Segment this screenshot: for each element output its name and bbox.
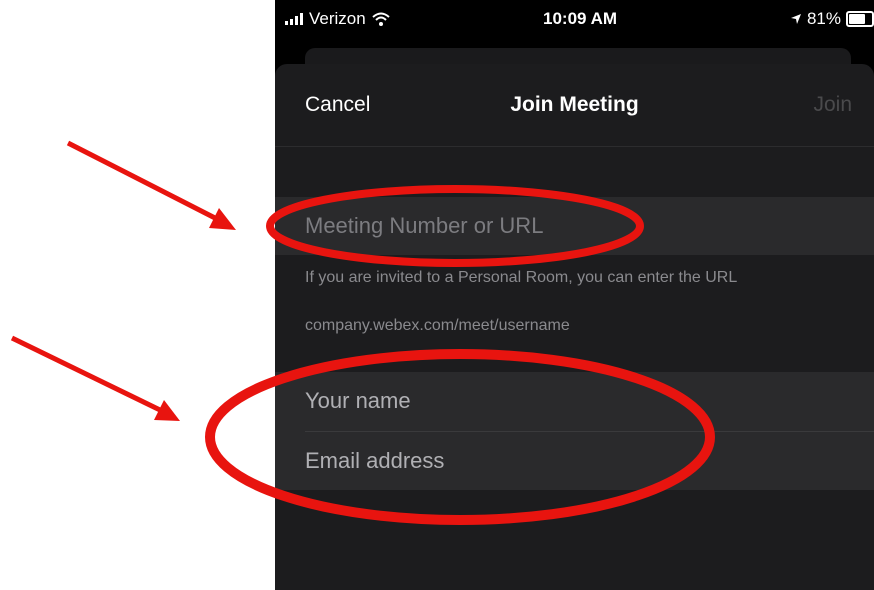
- hint-text-line2: company.webex.com/meet/username: [305, 317, 570, 334]
- carrier-group: Verizon: [285, 9, 390, 29]
- email-address-input[interactable]: [305, 432, 845, 490]
- meeting-number-row: [275, 197, 874, 255]
- hint-text-line1: If you are invited to a Personal Room, y…: [305, 269, 738, 286]
- identity-group: [275, 372, 874, 490]
- status-right: 81%: [790, 9, 874, 29]
- battery-percent: 81%: [806, 9, 841, 28]
- location-arrow-icon: [790, 14, 801, 24]
- email-row: [305, 432, 874, 490]
- join-meeting-sheet: Cancel Join Meeting Join If you are invi…: [275, 64, 874, 590]
- name-row: [305, 372, 874, 430]
- battery-icon: [846, 11, 874, 27]
- your-name-input[interactable]: [305, 372, 845, 430]
- annotation-arrow-icon: [10, 335, 162, 413]
- annotation-arrowhead-icon: [154, 400, 180, 421]
- page-title: Join Meeting: [510, 93, 639, 116]
- wifi-icon: [372, 12, 390, 26]
- signal-icon: [285, 13, 303, 25]
- phone-screen: Verizon 10:09 AM 81% Cancel Join Meeting…: [275, 0, 874, 590]
- join-button[interactable]: Join: [813, 93, 852, 117]
- meeting-number-input[interactable]: [305, 197, 845, 255]
- carrier-label: Verizon: [309, 9, 366, 28]
- annotation-arrow-icon: [66, 140, 217, 221]
- annotation-arrowhead-icon: [209, 208, 236, 230]
- status-bar: Verizon 10:09 AM 81%: [275, 0, 874, 36]
- status-time: 10:09 AM: [543, 9, 618, 28]
- nav-bar: Cancel Join Meeting Join: [275, 64, 874, 147]
